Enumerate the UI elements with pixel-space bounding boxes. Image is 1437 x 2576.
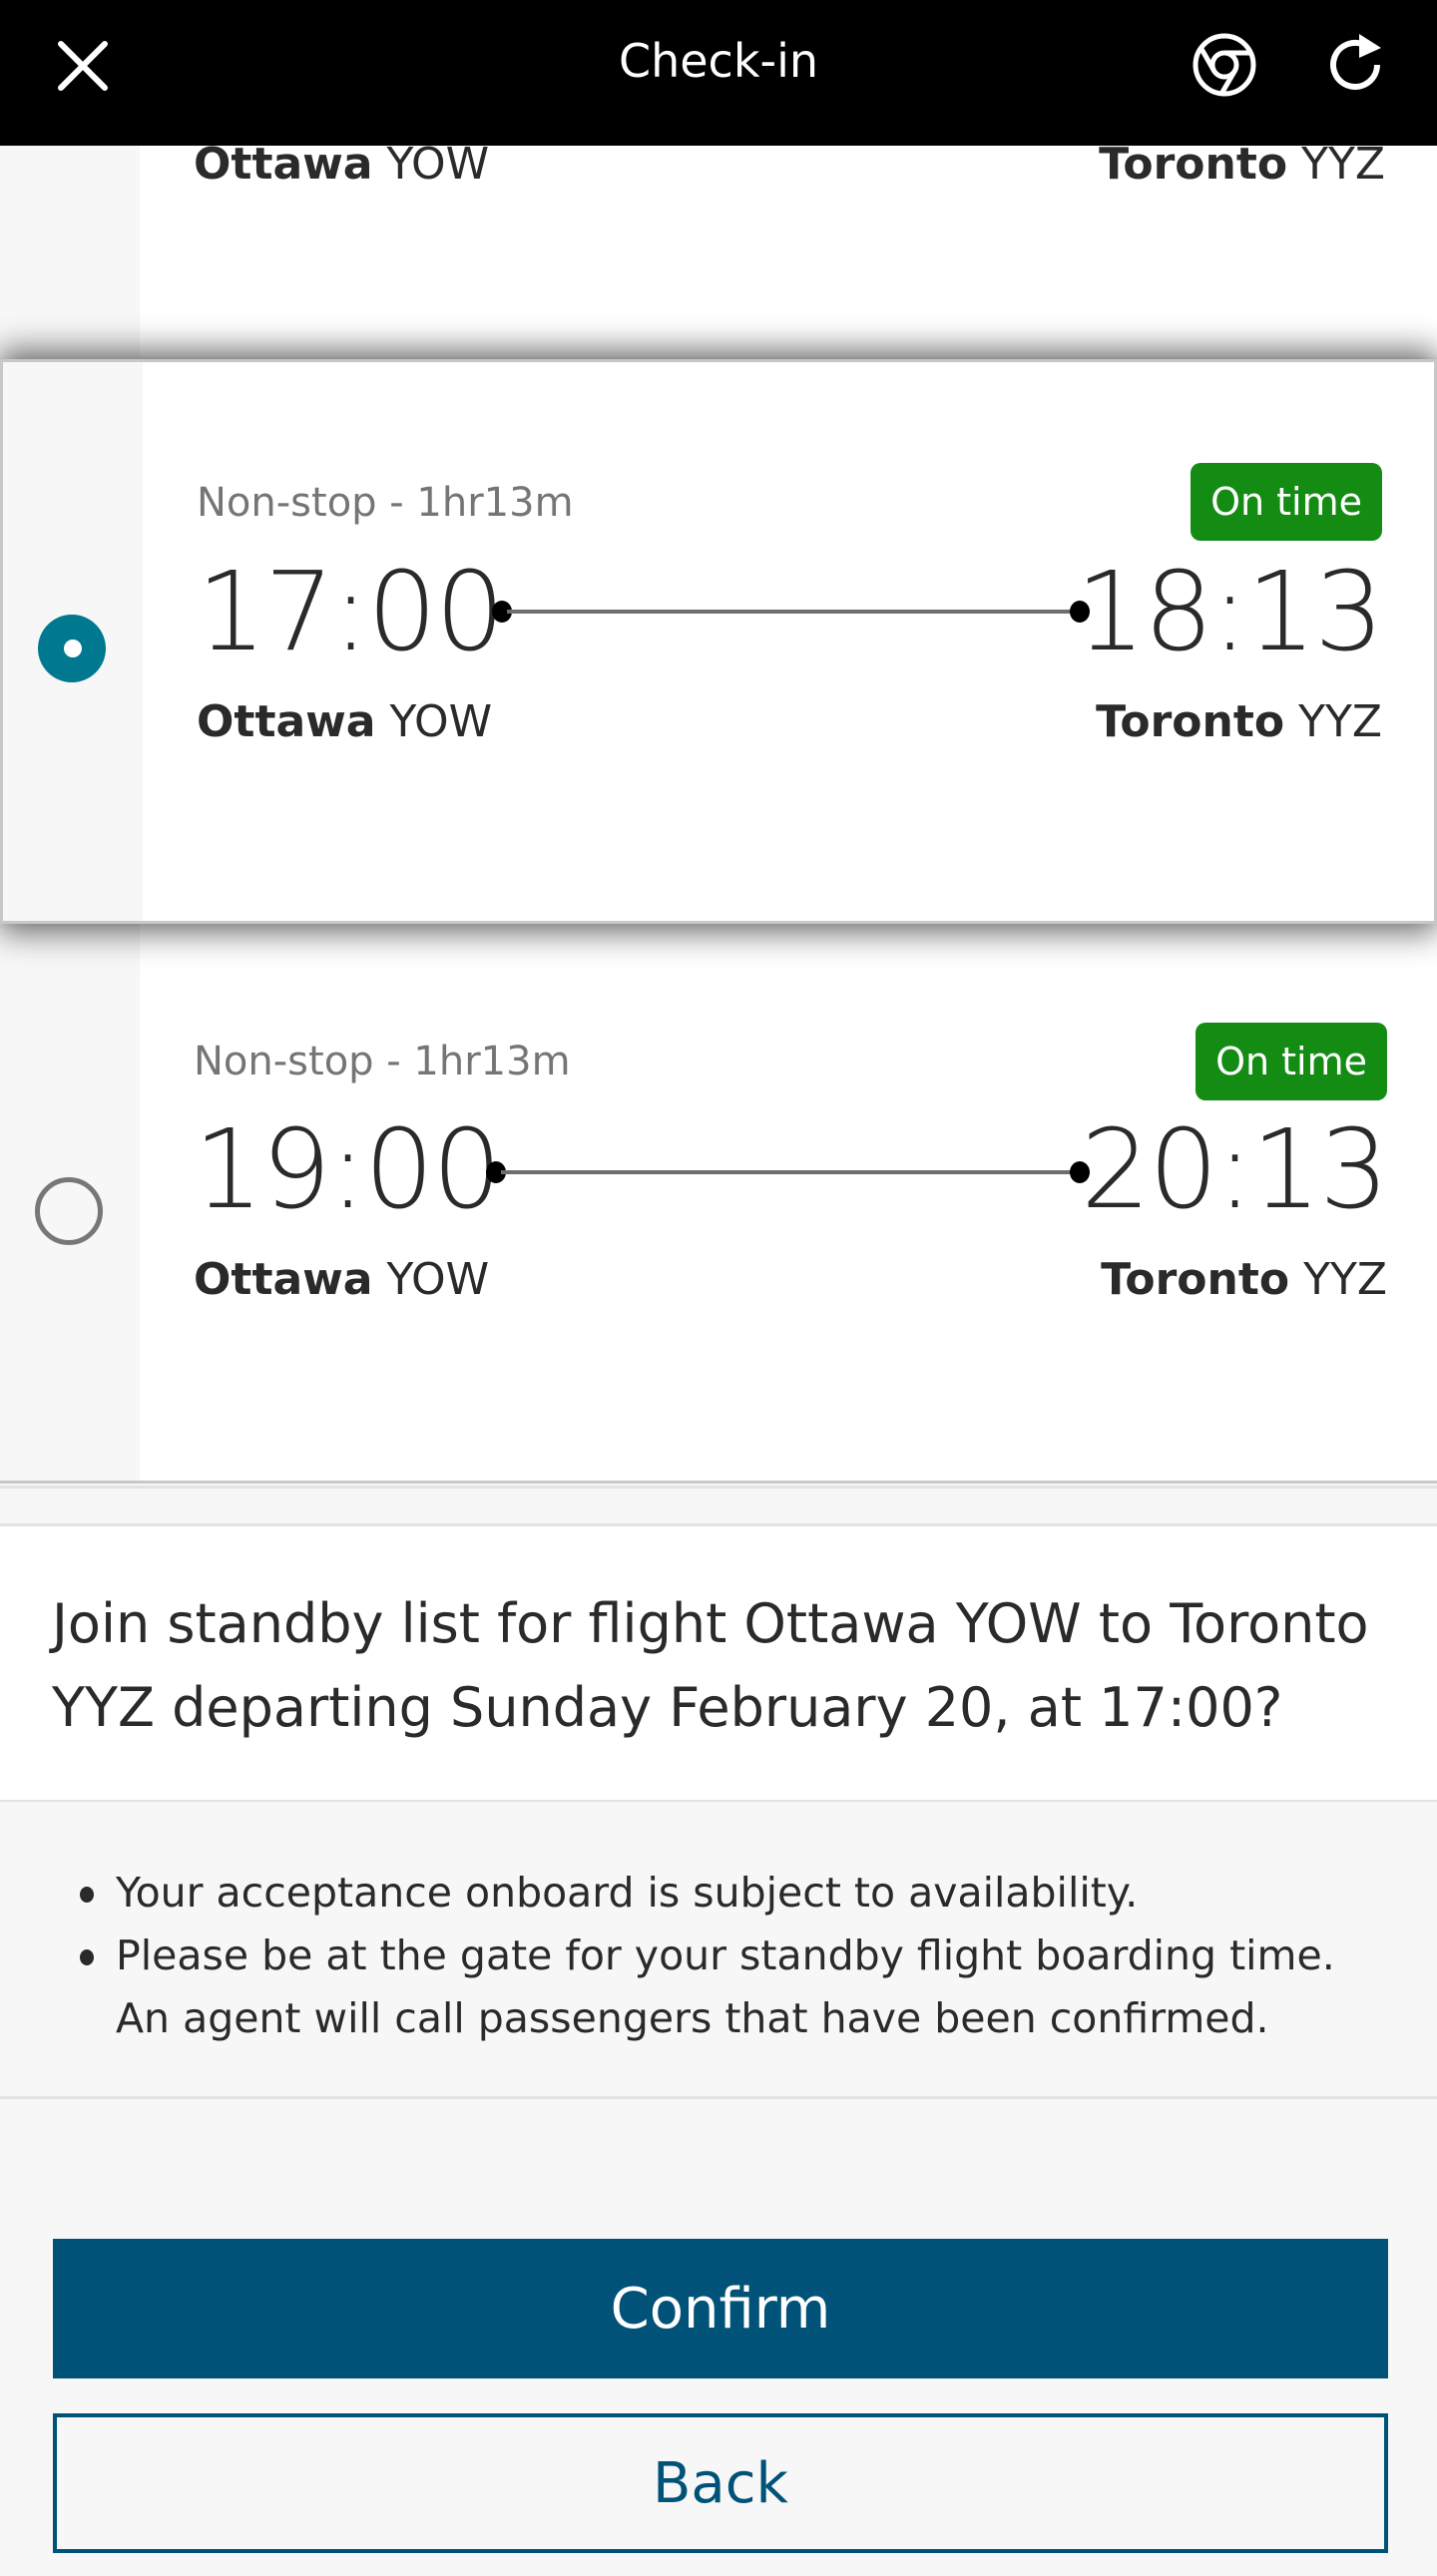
divider	[0, 2096, 1437, 2099]
origin-city: Ottawa YOW	[194, 1253, 489, 1307]
departure-time: 17:00	[197, 548, 505, 675]
note-text: Your acceptance onboard is subject to av…	[116, 1869, 1139, 1917]
note-item: Your acceptance onboard is subject to av…	[0, 1862, 1437, 1925]
bullet-icon	[80, 1949, 94, 1965]
destination-airport-code: YYZ	[1303, 1254, 1387, 1305]
destination-airport-code: YYZ	[1301, 139, 1385, 190]
flight-option[interactable]: Non-stop - 1hr13m On time 19:00 20:13 Ot…	[0, 924, 1437, 1481]
origin-city: Ottawa YOW	[194, 138, 489, 192]
note-text: Please be at the gate for your standby f…	[116, 1932, 1335, 2042]
destination-city: Toronto YYZ	[1096, 695, 1382, 749]
confirm-button[interactable]: Confirm	[53, 2239, 1388, 2378]
destination-airport-code: YYZ	[1298, 696, 1382, 747]
note-item: Please be at the gate for your standby f…	[0, 1925, 1437, 2050]
status-badge: On time	[1196, 1023, 1387, 1100]
flight-radio-selected[interactable]	[38, 615, 106, 682]
origin-city-name: Ottawa	[194, 139, 373, 190]
origin-city: Ottawa YOW	[197, 695, 492, 749]
status-badge: On time	[1191, 463, 1382, 541]
divider	[0, 1486, 1437, 1489]
bullet-icon	[80, 1887, 94, 1903]
destination-city: Toronto YYZ	[1101, 1253, 1387, 1307]
checkin-page: Check-in Ottawa YOW Toronto YYZ Non-stop…	[0, 0, 1437, 2576]
origin-city-name: Ottawa	[194, 1254, 373, 1305]
chrome-icon	[1193, 33, 1256, 97]
destination-city-name: Toronto	[1099, 139, 1288, 190]
departure-time: 19:00	[194, 1105, 502, 1233]
origin-city-name: Ottawa	[197, 696, 376, 747]
open-in-browser-button[interactable]	[1188, 28, 1261, 102]
arrival-time: 20:13	[1080, 1105, 1389, 1233]
flight-option-selected[interactable]: Non-stop - 1hr13m On time 17:00 18:13 Ot…	[0, 359, 1437, 924]
flight-duration: Non-stop - 1hr13m	[194, 1039, 571, 1084]
flight-duration: Non-stop - 1hr13m	[197, 480, 574, 526]
reload-icon	[1330, 34, 1381, 90]
origin-airport-code: YOW	[386, 1254, 490, 1305]
divider	[0, 1481, 1437, 1484]
origin-airport-code: YOW	[389, 696, 493, 747]
origin-airport-code: YOW	[386, 139, 490, 190]
flight-radio-unselected[interactable]	[35, 1177, 103, 1245]
route-line	[507, 610, 1081, 614]
standby-notes-list: Your acceptance onboard is subject to av…	[0, 1862, 1437, 2050]
standby-question-panel: Join standby list for flight Ottawa YOW …	[0, 1526, 1437, 1802]
route-line	[501, 1170, 1080, 1174]
destination-city: Toronto YYZ	[1099, 138, 1385, 192]
destination-city-name: Toronto	[1096, 696, 1285, 747]
reload-button[interactable]	[1319, 28, 1393, 102]
standby-notes-panel: Your acceptance onboard is subject to av…	[0, 1802, 1437, 2099]
destination-city-name: Toronto	[1101, 1254, 1290, 1305]
arrival-time: 18:13	[1075, 548, 1384, 675]
app-header: Check-in	[0, 0, 1437, 146]
standby-question: Join standby list for flight Ottawa YOW …	[52, 1592, 1369, 1739]
back-button[interactable]: Back	[53, 2413, 1388, 2553]
